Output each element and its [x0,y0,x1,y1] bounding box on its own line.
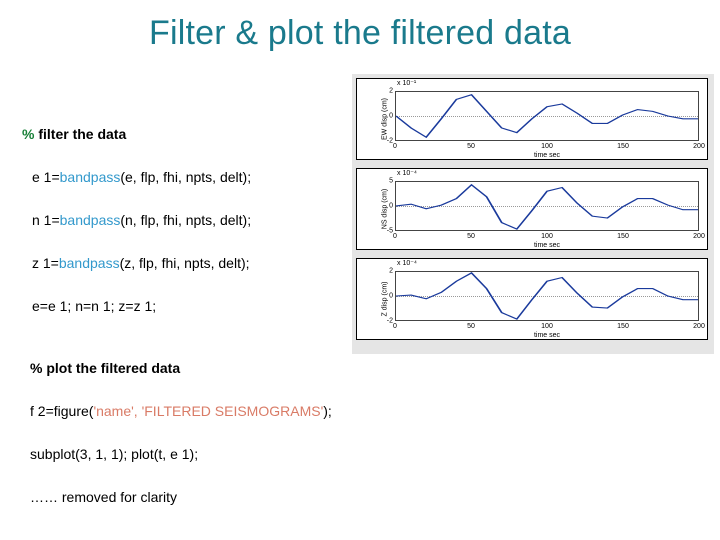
code-string: 'name', 'FILTERED SEISMOGRAMS' [93,403,323,419]
ytick: 0 [389,203,393,210]
ytick: 5 [389,178,393,185]
code-token: n 1= [32,212,60,228]
code-line-e1: e 1=bandpass(e, flp, fhi, npts, delt); [22,169,332,185]
code-comment-plot: % plot the filtered data [30,360,690,376]
chart-xticks: 0 50 100 150 200 [395,143,699,151]
chart-ew: x 10⁻¹ EW disp (cm) 2 0 -2 0 50 100 150 … [356,78,708,160]
code-block-left: % filter the data e 1=bandpass(e, flp, f… [22,126,332,341]
waveform-svg [396,92,698,140]
xtick: 100 [541,323,553,330]
ytick: 2 [389,88,393,95]
xtick: 50 [467,233,475,240]
xtick: 50 [467,143,475,150]
code-token: z 1= [32,255,59,271]
code-fn-bandpass: bandpass [59,255,120,271]
chart-xlabel: time sec [395,242,699,249]
xtick: 0 [393,323,397,330]
xtick: 150 [617,143,629,150]
waveform-path [396,273,698,319]
percent-sign: % [22,126,34,142]
code-line-figure: f 2=figure('name', 'FILTERED SEISMOGRAMS… [30,403,690,419]
xtick: 50 [467,323,475,330]
chart-xlabel: time sec [395,152,699,159]
code-token: (z, flp, fhi, npts, delt); [120,255,250,271]
code-line-z1: z 1=bandpass(z, flp, fhi, npts, delt); [22,255,332,271]
chart-yticks: 5 0 -5 [381,181,393,231]
code-token: (n, flp, fhi, npts, delt); [120,212,251,228]
comment-text: filter the data [34,126,126,142]
ytick: 0 [389,293,393,300]
code-line-subplot: subplot(3, 1, 1); plot(t, e 1); [30,446,690,462]
chart-exponent: x 10⁻⁴ [397,259,417,267]
waveform-svg [396,272,698,320]
waveform-path [396,95,698,137]
waveform-path [396,185,698,229]
code-line-removed: …… removed for clarity [30,489,690,505]
plot-area [395,181,699,231]
chart-xticks: 0 50 100 150 200 [395,233,699,241]
code-fn-bandpass: bandpass [60,212,121,228]
seismogram-figure: x 10⁻¹ EW disp (cm) 2 0 -2 0 50 100 150 … [352,74,714,354]
code-token: ); [323,403,332,419]
code-token: (e, flp, fhi, npts, delt); [120,169,251,185]
xtick: 150 [617,233,629,240]
waveform-svg [396,182,698,230]
ytick: 2 [389,268,393,275]
code-comment-filter: % filter the data [22,126,332,142]
slide-title: Filter & plot the filtered data [0,0,720,53]
code-line-assign: e=e 1; n=n 1; z=z 1; [22,298,332,314]
code-block-bottom: % plot the filtered data f 2=figure('nam… [30,360,690,532]
plot-area [395,91,699,141]
xtick: 100 [541,143,553,150]
chart-exponent: x 10⁻¹ [397,79,416,87]
xtick: 150 [617,323,629,330]
xtick: 0 [393,143,397,150]
xtick: 200 [693,143,705,150]
chart-yticks: 2 0 -2 [381,91,393,141]
chart-xlabel: time sec [395,332,699,339]
code-token: e 1= [32,169,60,185]
code-fn-bandpass: bandpass [60,169,121,185]
chart-ns: x 10⁻⁴ NS disp (cm) 5 0 -5 0 50 100 150 … [356,168,708,250]
xtick: 100 [541,233,553,240]
code-token: f 2=figure( [30,403,93,419]
plot-area [395,271,699,321]
chart-z: x 10⁻⁴ Z disp (cm) 2 0 -2 0 50 100 150 2… [356,258,708,340]
ytick: 0 [389,113,393,120]
chart-yticks: 2 0 -2 [381,271,393,321]
chart-xticks: 0 50 100 150 200 [395,323,699,331]
chart-exponent: x 10⁻⁴ [397,169,417,177]
xtick: 200 [693,233,705,240]
xtick: 200 [693,323,705,330]
xtick: 0 [393,233,397,240]
code-line-n1: n 1=bandpass(n, flp, fhi, npts, delt); [22,212,332,228]
